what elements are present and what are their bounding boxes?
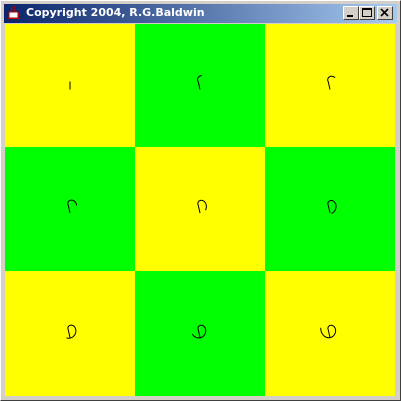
curve-drawing bbox=[66, 324, 77, 339]
java-cup-icon[interactable] bbox=[6, 5, 22, 21]
canvas-area bbox=[5, 24, 395, 396]
grid-cell bbox=[265, 271, 395, 396]
curve-drawing bbox=[327, 75, 336, 90]
minimize-icon bbox=[347, 15, 353, 17]
title-bar[interactable]: Copyright 2004, R.G.Baldwin bbox=[4, 4, 397, 23]
minimize-button[interactable] bbox=[343, 6, 359, 20]
grid-cell bbox=[5, 24, 135, 147]
curve-drawing bbox=[191, 324, 207, 339]
curve-path bbox=[197, 199, 207, 214]
grid-cell bbox=[135, 271, 265, 396]
curve-path bbox=[320, 324, 337, 339]
grid-cell bbox=[135, 147, 265, 271]
curve-path bbox=[327, 200, 337, 214]
curve-drawing bbox=[197, 75, 202, 90]
close-button[interactable] bbox=[377, 6, 393, 20]
app-window: Copyright 2004, R.G.Baldwin bbox=[0, 0, 401, 401]
maximize-icon bbox=[362, 8, 372, 17]
window-title: Copyright 2004, R.G.Baldwin bbox=[26, 6, 205, 19]
maximize-button[interactable] bbox=[359, 6, 375, 20]
grid-cell bbox=[135, 24, 265, 147]
grid-cell bbox=[5, 147, 135, 271]
curve-drawing bbox=[320, 324, 337, 339]
curve-path bbox=[327, 75, 336, 90]
curve-drawing bbox=[69, 81, 71, 90]
grid-cell bbox=[5, 271, 135, 396]
curve-drawing bbox=[197, 199, 207, 214]
curve-drawing bbox=[327, 200, 337, 214]
curve-path bbox=[67, 199, 78, 214]
grid-cell bbox=[265, 24, 395, 147]
curve-drawing bbox=[67, 199, 78, 214]
curve-path bbox=[191, 324, 207, 339]
grid-cell bbox=[265, 147, 395, 271]
curve-path bbox=[197, 75, 202, 90]
close-icon bbox=[380, 8, 389, 17]
curve-path bbox=[66, 324, 77, 339]
